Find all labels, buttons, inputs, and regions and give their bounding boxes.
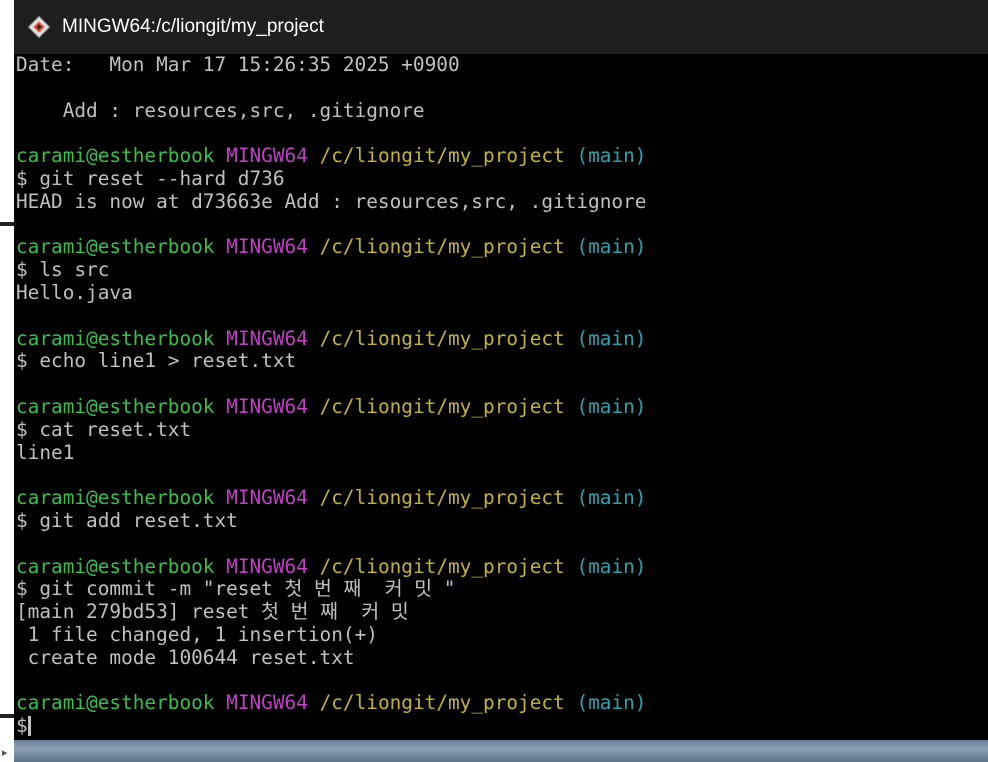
prompt-line: carami@estherbook MINGW64 /c/liongit/my_… — [16, 326, 986, 351]
prompt-branch: (main) — [576, 326, 647, 350]
prompt-branch: (main) — [576, 554, 647, 578]
prompt-path: /c/liongit/my_project — [319, 486, 565, 510]
prompt-line: carami@estherbook MINGW64 /c/liongit/my_… — [16, 235, 986, 259]
terminal-line: create mode 100644 reset.txt — [16, 645, 355, 669]
prompt-path: /c/liongit/my_project — [319, 235, 565, 259]
terminal-line: Add : resources,src, .gitignore — [16, 98, 425, 122]
prompt-user: carami@estherbook — [16, 554, 215, 578]
terminal-output[interactable]: Date: Mon Mar 17 15:26:35 2025 +0900 Add… — [16, 54, 986, 740]
command-input-line[interactable]: $ — [16, 714, 986, 738]
prompt-host: MINGW64 — [226, 486, 308, 510]
prompt-path: /c/liongit/my_project — [319, 691, 565, 715]
prompt-branch: (main) — [576, 691, 647, 715]
window-titlebar[interactable]: MINGW64:/c/liongit/my_project — [14, 0, 988, 54]
terminal-line: line1 — [16, 440, 75, 464]
git-bash-diamond-icon[interactable] — [26, 14, 52, 40]
prompt-path: /c/liongit/my_project — [319, 326, 565, 350]
background-window-mark — [0, 222, 14, 226]
terminal-line: Hello.java — [16, 280, 133, 304]
input-prompt-symbol: $ — [16, 714, 28, 738]
prompt-branch: (main) — [576, 235, 647, 259]
background-window-edge — [0, 0, 15, 762]
prompt-host: MINGW64 — [226, 691, 308, 715]
text-cursor — [27, 716, 31, 737]
prompt-host: MINGW64 — [226, 394, 308, 418]
terminal-window[interactable]: MINGW64:/c/liongit/my_project Date: Mon … — [14, 0, 988, 740]
prompt-line: carami@estherbook MINGW64 /c/liongit/my_… — [16, 691, 986, 715]
terminal-line: $ echo line1 > reset.txt — [16, 349, 297, 373]
prompt-line: carami@estherbook MINGW64 /c/liongit/my_… — [16, 554, 986, 579]
terminal-line: $ cat reset.txt — [16, 417, 192, 441]
prompt-path: /c/liongit/my_project — [319, 554, 565, 578]
prompt-branch: (main) — [576, 394, 647, 418]
terminal-line: $ ls src — [16, 258, 110, 282]
prompt-line: carami@estherbook MINGW64 /c/liongit/my_… — [16, 394, 986, 419]
terminal-line: [main 279bd53] reset 첫 번 째 커 밋 — [16, 600, 409, 624]
background-window-mark — [0, 714, 14, 718]
prompt-line: carami@estherbook MINGW64 /c/liongit/my_… — [16, 486, 986, 510]
prompt-user: carami@estherbook — [16, 326, 215, 350]
prompt-line: carami@estherbook MINGW64 /c/liongit/my_… — [16, 144, 986, 168]
terminal-line: $ git add reset.txt — [16, 508, 238, 532]
terminal-line: Date: Mon Mar 17 15:26:35 2025 +0900 — [16, 54, 460, 76]
prompt-host: MINGW64 — [226, 326, 308, 350]
terminal-line: HEAD is now at d73663e Add : resources,s… — [16, 189, 647, 213]
prompt-user: carami@estherbook — [16, 235, 215, 259]
terminal-line: $ git reset --hard d736 — [16, 166, 285, 190]
prompt-branch: (main) — [576, 486, 647, 510]
prompt-user: carami@estherbook — [16, 486, 215, 510]
prompt-branch: (main) — [576, 144, 647, 168]
prompt-host: MINGW64 — [226, 144, 308, 168]
desktop-wallpaper-strip — [14, 740, 988, 762]
prompt-host: MINGW64 — [226, 235, 308, 259]
terminal-line: 1 file changed, 1 insertion(+) — [16, 622, 378, 646]
prompt-path: /c/liongit/my_project — [319, 144, 565, 168]
terminal-line: $ git commit -m "reset 첫 번 째 커 밋 " — [16, 577, 456, 601]
scroll-arrow-icon[interactable]: ▸ — [2, 746, 8, 759]
prompt-user: carami@estherbook — [16, 144, 215, 168]
prompt-user: carami@estherbook — [16, 394, 215, 418]
prompt-user: carami@estherbook — [16, 691, 215, 715]
prompt-host: MINGW64 — [226, 554, 308, 578]
prompt-path: /c/liongit/my_project — [319, 394, 565, 418]
window-title: MINGW64:/c/liongit/my_project — [62, 16, 324, 37]
